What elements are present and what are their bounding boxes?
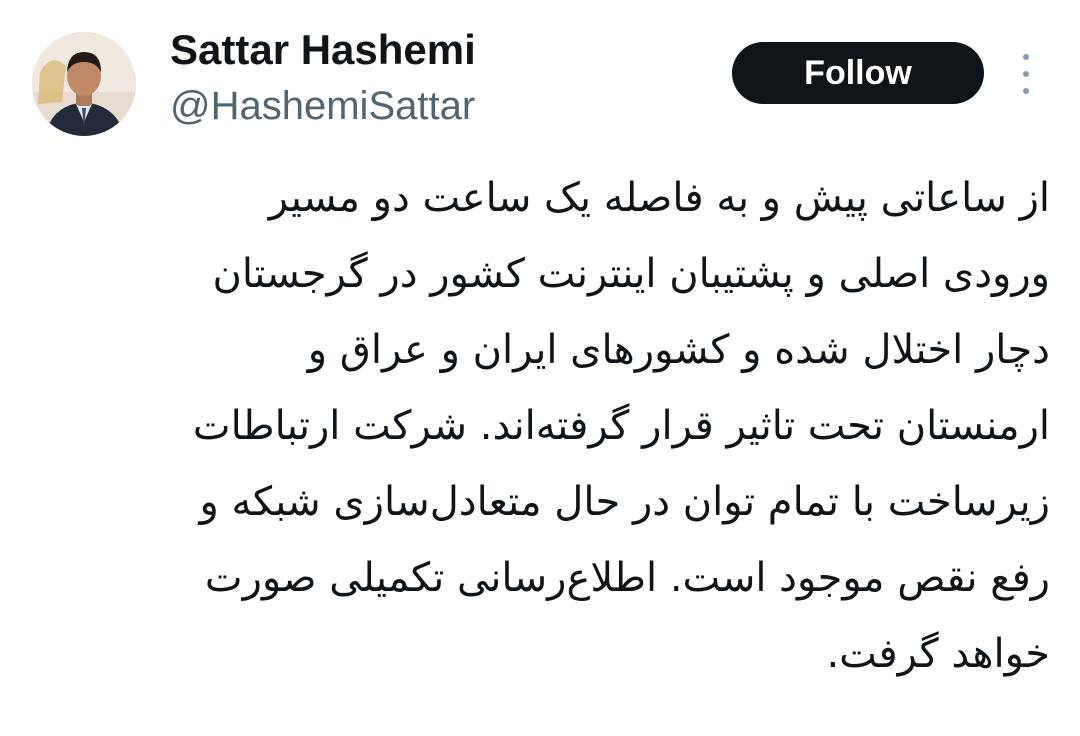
- author-name[interactable]: Sattar Hashemi: [170, 26, 476, 74]
- more-options-button[interactable]: [1012, 54, 1040, 94]
- avatar[interactable]: [32, 32, 136, 136]
- author-handle[interactable]: @HashemiSattar: [170, 84, 475, 129]
- tweet-card: Sattar Hashemi @HashemiSattar Follow از …: [0, 0, 1080, 736]
- vertical-ellipsis-icon: [1023, 54, 1029, 60]
- profile-photo-icon: [32, 32, 136, 136]
- follow-button[interactable]: Follow: [732, 42, 984, 104]
- tweet-text-line: رفع نقص موجود است. اطلاع‌رسانی تکمیلی صو…: [204, 555, 1050, 601]
- tweet-text-line: ورودی اصلی و پشتیبان اینترنت کشور در گرج…: [212, 251, 1051, 297]
- tweet-text: از ساعاتی پیش و به فاصله یک ساعت دو مسیر…: [40, 160, 1050, 692]
- tweet-text-line: از ساعاتی پیش و به فاصله یک ساعت دو مسیر: [268, 175, 1050, 221]
- tweet-text-line: خواهد گرفت.: [826, 631, 1050, 677]
- tweet-text-line: دچار اختلال شده و کشورهای ایران و عراق و: [307, 327, 1050, 373]
- tweet-text-line: ارمنستان تحت تاثیر قرار گرفته‌اند. شرکت …: [192, 403, 1050, 449]
- vertical-ellipsis-icon: [1023, 88, 1029, 94]
- tweet-text-line: زیرساخت با تمام توان در حال متعادل‌سازی …: [199, 479, 1051, 525]
- vertical-ellipsis-icon: [1023, 71, 1029, 77]
